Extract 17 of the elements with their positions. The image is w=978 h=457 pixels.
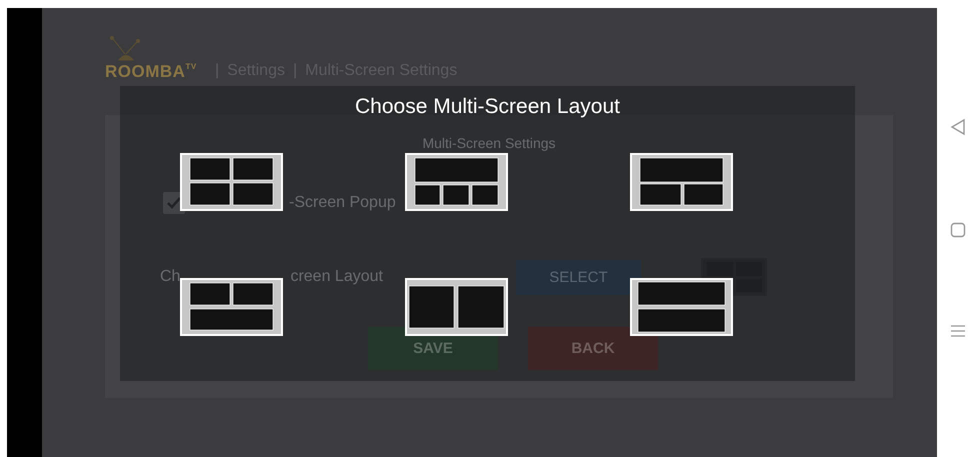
layout-option[interactable] [405, 153, 508, 211]
back-icon[interactable] [950, 118, 966, 136]
layout-option[interactable] [630, 153, 733, 211]
layout-option[interactable] [180, 153, 283, 211]
breadcrumb-separator: | [292, 62, 298, 80]
panel-title: Multi-Screen Settings [422, 135, 556, 151]
layout-label: creen Layout [290, 268, 383, 286]
layout-label: Ch [160, 268, 180, 286]
layout-option[interactable] [405, 278, 508, 336]
menu-icon[interactable] [950, 324, 966, 338]
breadcrumb-separator: | [215, 62, 220, 80]
layout-option[interactable] [630, 278, 733, 336]
dialog-title: Choose Multi-Screen Layout [355, 94, 620, 120]
checkmark-icon [167, 197, 181, 209]
home-icon[interactable] [950, 222, 966, 238]
checkbox-label: -Screen Popup [289, 194, 396, 212]
layout-option[interactable] [180, 278, 283, 336]
